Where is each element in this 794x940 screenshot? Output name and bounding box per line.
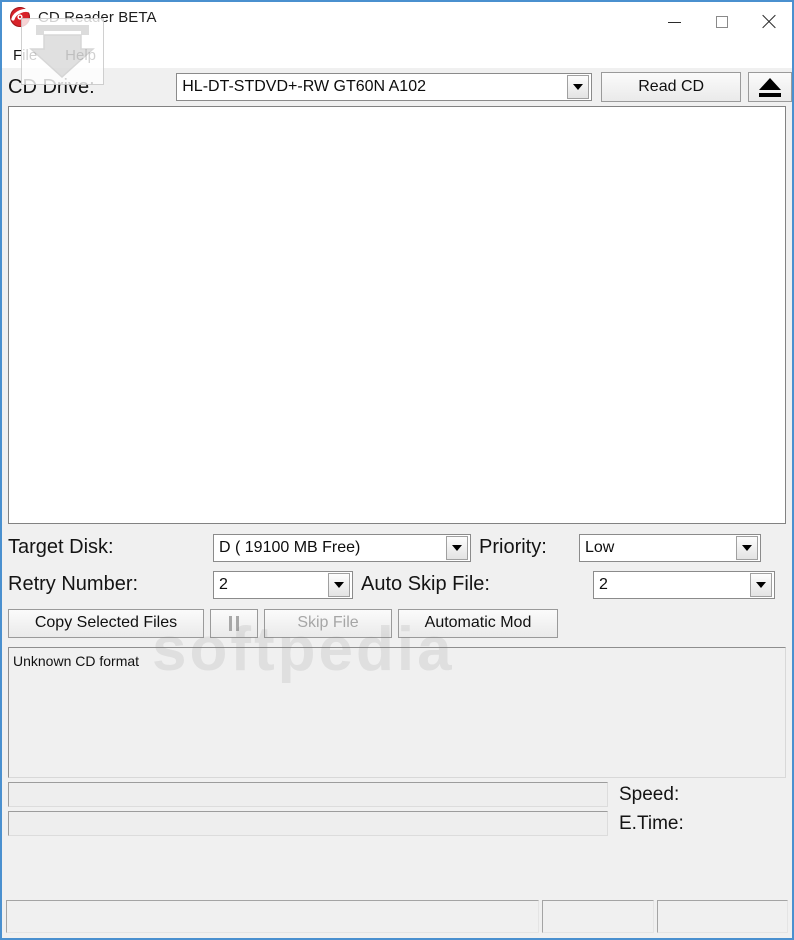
pause-icon bbox=[229, 615, 239, 631]
title-bar-left: CD Reader BETA bbox=[2, 2, 157, 28]
status-bar bbox=[2, 896, 792, 938]
minimize-button[interactable] bbox=[651, 2, 698, 42]
target-disk-value: D ( 19100 MB Free) bbox=[219, 538, 361, 556]
cd-drive-row: CD Drive: HL-DT-STDVD+-RW GT60N A102 Rea… bbox=[2, 68, 792, 106]
target-disk-select[interactable]: D ( 19100 MB Free) bbox=[213, 533, 471, 562]
auto-skip-file-value: 2 bbox=[599, 575, 608, 593]
chevron-down-icon[interactable] bbox=[566, 75, 589, 99]
target-disk-label: Target Disk: bbox=[8, 536, 114, 558]
title-bar: CD Reader BETA bbox=[2, 2, 792, 42]
retry-number-label: Retry Number: bbox=[8, 573, 139, 595]
retry-number-select[interactable]: 2 bbox=[213, 570, 353, 599]
file-progress-bar bbox=[8, 782, 608, 807]
auto-skip-file-select[interactable]: 2 bbox=[593, 570, 775, 599]
auto-skip-file-label: Auto Skip File: bbox=[361, 573, 490, 595]
window-controls bbox=[651, 2, 792, 42]
pause-button[interactable] bbox=[210, 608, 258, 638]
priority-label: Priority: bbox=[479, 536, 547, 558]
chevron-down-icon[interactable] bbox=[750, 572, 772, 597]
window-title: CD Reader BETA bbox=[38, 9, 157, 26]
minimize-icon bbox=[668, 21, 681, 23]
chevron-down-icon[interactable] bbox=[736, 535, 758, 560]
total-progress-bar bbox=[8, 811, 608, 836]
skip-file-button[interactable]: Skip File bbox=[264, 608, 392, 638]
options-row-2: Retry Number: 2 Auto Skip File: 2 bbox=[8, 566, 786, 603]
speed-label: Speed: bbox=[619, 783, 680, 805]
cd-reader-window: CD Reader BETA File Help CD Drive: HL-DT… bbox=[0, 0, 794, 940]
priority-value: Low bbox=[585, 538, 615, 556]
etime-row: E.Time: bbox=[619, 811, 786, 836]
status-panel-3 bbox=[657, 900, 788, 933]
copy-selected-files-button[interactable]: Copy Selected Files bbox=[8, 608, 204, 638]
options-row-1: Target Disk: D ( 19100 MB Free) Priority… bbox=[8, 529, 786, 566]
chevron-down-icon[interactable] bbox=[328, 572, 350, 597]
menu-bar: File Help bbox=[2, 42, 792, 68]
status-panel-1 bbox=[6, 900, 539, 933]
progress-stats: Speed: E.Time: bbox=[608, 782, 786, 836]
maximize-icon bbox=[715, 16, 728, 28]
etime-label: E.Time: bbox=[619, 812, 684, 834]
automatic-mod-button[interactable]: Automatic Mod bbox=[398, 608, 558, 638]
maximize-button[interactable] bbox=[698, 2, 745, 42]
menu-item-file[interactable]: File bbox=[11, 46, 39, 65]
read-cd-button[interactable]: Read CD bbox=[600, 72, 742, 102]
action-button-row: Copy Selected Files Skip File Automatic … bbox=[2, 603, 792, 640]
cd-drive-value: HL-DT-STDVD+-RW GT60N A102 bbox=[182, 78, 426, 95]
close-icon bbox=[761, 14, 777, 30]
progress-bars bbox=[8, 782, 608, 836]
file-list[interactable] bbox=[8, 106, 786, 524]
chevron-down-icon[interactable] bbox=[446, 535, 468, 560]
cd-disc-icon bbox=[9, 6, 31, 28]
options-panel: Target Disk: D ( 19100 MB Free) Priority… bbox=[2, 524, 792, 603]
log-line: Unknown CD format bbox=[13, 653, 140, 669]
speed-row: Speed: bbox=[619, 782, 786, 807]
log-panel[interactable]: Unknown CD format bbox=[8, 647, 786, 778]
cd-drive-label: CD Drive: bbox=[8, 75, 95, 98]
priority-select[interactable]: Low bbox=[579, 533, 761, 562]
eject-icon bbox=[759, 77, 782, 97]
close-button[interactable] bbox=[745, 2, 792, 42]
eject-button[interactable] bbox=[748, 72, 792, 102]
cd-drive-select[interactable]: HL-DT-STDVD+-RW GT60N A102 bbox=[176, 73, 592, 101]
status-panel-2 bbox=[542, 900, 654, 933]
progress-area: Speed: E.Time: bbox=[2, 778, 792, 836]
menu-item-help[interactable]: Help bbox=[63, 46, 98, 65]
retry-number-value: 2 bbox=[219, 575, 228, 593]
